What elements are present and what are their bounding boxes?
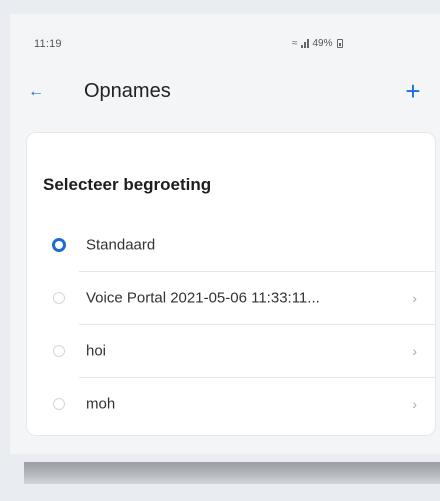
chevron-right-icon[interactable]: › [412, 396, 417, 412]
greeting-option[interactable]: hoi › [27, 325, 437, 377]
signal-icon [300, 39, 310, 48]
greeting-option[interactable]: moh › [27, 378, 437, 430]
page-title: Opnames [84, 80, 171, 102]
status-time: 11:19 [34, 38, 62, 50]
option-label: Standaard [86, 236, 156, 254]
greeting-option[interactable]: Voice Portal 2021-05-06 11:33:11... › [27, 272, 437, 324]
radio-checked-icon[interactable] [52, 238, 66, 252]
card-title: Selecteer begroeting [43, 175, 212, 194]
option-label: hoi [86, 342, 107, 360]
radio-unchecked-icon[interactable] [53, 345, 65, 357]
battery-percentage: 49% [312, 38, 333, 49]
status-bar: 11:19 ≈ 49% [10, 14, 440, 58]
option-label: Voice Portal 2021-05-06 11:33:11... [86, 289, 320, 307]
phone-screen: 11:19 ≈ 49% ← Opnames + Selecteer begroe… [10, 14, 440, 454]
greeting-option[interactable]: Standaard [27, 219, 437, 271]
chevron-right-icon[interactable]: › [412, 290, 417, 306]
radio-unchecked-icon[interactable] [53, 398, 65, 410]
chevron-right-icon[interactable]: › [412, 343, 417, 359]
battery-icon [336, 39, 343, 48]
greeting-card: Selecteer begroeting Standaard Voice Por… [26, 132, 436, 436]
option-label: moh [86, 395, 116, 413]
wifi-icon: ≈ [292, 38, 298, 49]
status-icons: ≈ 49% [292, 38, 343, 49]
plus-icon[interactable]: + [400, 76, 426, 106]
bottom-bar [24, 462, 440, 484]
radio-unchecked-icon[interactable] [53, 292, 65, 304]
app-bar: ← Opnames + [10, 76, 440, 112]
arrow-left-icon[interactable]: ← [24, 80, 48, 104]
